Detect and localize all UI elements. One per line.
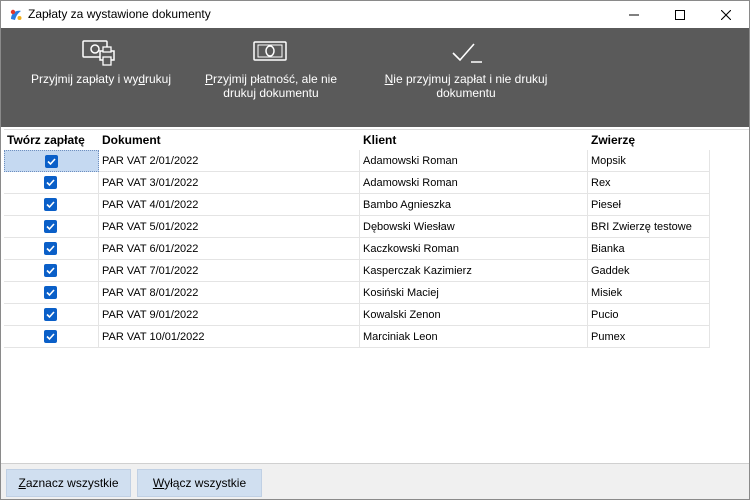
table-row[interactable]: PAR VAT 3/01/2022 Adamowski Roman Rex	[4, 172, 710, 194]
table-row[interactable]: PAR VAT 6/01/2022 Kaczkowski Roman Bianka	[4, 238, 710, 260]
no-accept-button[interactable]: Nie przyjmuj zapłat i nie drukuj dokumen…	[376, 28, 556, 127]
table-row[interactable]: PAR VAT 10/01/2022 Marciniak Leon Pumex	[4, 326, 710, 348]
money-printer-icon	[82, 40, 115, 66]
animal-cell: BRI Zwierzę testowe	[588, 216, 710, 238]
client-cell: Kaczkowski Roman	[360, 238, 588, 260]
select-all-button[interactable]: Zaznacz wszystkie	[6, 469, 131, 497]
table-row[interactable]: PAR VAT 2/01/2022 Adamowski Roman Mopsik	[4, 150, 710, 172]
window-title: Zapłaty za wystawione dokumenty	[28, 7, 211, 21]
check-icon	[452, 43, 482, 63]
banknote-icon	[253, 41, 287, 61]
client-cell: Kosiński Maciej	[360, 282, 588, 304]
client-cell: Dębowski Wiesław	[360, 216, 588, 238]
minimize-button[interactable]	[611, 1, 657, 28]
close-button[interactable]	[703, 1, 749, 28]
checkbox-checked-icon[interactable]	[44, 330, 57, 343]
column-header-create-payment[interactable]: Twórz zapłatę	[4, 130, 99, 150]
document-cell: PAR VAT 9/01/2022	[99, 304, 360, 326]
create-payment-checkbox-cell[interactable]	[4, 282, 99, 304]
deselect-all-button[interactable]: Wyłącz wszystkie	[137, 469, 262, 497]
create-payment-checkbox-cell[interactable]	[4, 238, 99, 260]
accept-and-print-label: Przyjmij zapłaty i wydrukuj	[30, 72, 172, 86]
checkbox-checked-icon[interactable]	[44, 264, 57, 277]
document-cell: PAR VAT 3/01/2022	[99, 172, 360, 194]
animal-cell: Rex	[588, 172, 710, 194]
column-header-client[interactable]: Klient	[360, 130, 588, 150]
create-payment-checkbox-cell[interactable]	[4, 304, 99, 326]
column-header-animal[interactable]: Zwierzę	[588, 130, 710, 150]
create-payment-checkbox-cell[interactable]	[4, 216, 99, 238]
animal-cell: Pumex	[588, 326, 710, 348]
maximize-button[interactable]	[657, 1, 703, 28]
checkbox-checked-icon[interactable]	[44, 198, 57, 211]
document-cell: PAR VAT 6/01/2022	[99, 238, 360, 260]
client-cell: Marciniak Leon	[360, 326, 588, 348]
maximize-icon	[675, 9, 685, 20]
checkbox-checked-icon[interactable]	[44, 220, 57, 233]
app-logo-icon	[10, 9, 22, 20]
title-bar: Zapłaty za wystawione dokumenty	[1, 1, 749, 28]
document-cell: PAR VAT 2/01/2022	[99, 150, 360, 172]
footer-bar: Zaznacz wszystkie Wyłącz wszystkie	[1, 463, 749, 499]
create-payment-checkbox-cell[interactable]	[4, 194, 99, 216]
checkbox-checked-icon[interactable]	[45, 155, 58, 168]
create-payment-checkbox-cell[interactable]	[4, 260, 99, 282]
client-cell: Adamowski Roman	[360, 150, 588, 172]
client-cell: Adamowski Roman	[360, 172, 588, 194]
table-row[interactable]: PAR VAT 4/01/2022 Bambo Agnieszka Pieseł	[4, 194, 710, 216]
documents-grid: Twórz zapłatę Dokument Klient Zwierzę PA…	[4, 129, 749, 463]
minimize-icon	[629, 14, 639, 15]
document-cell: PAR VAT 5/01/2022	[99, 216, 360, 238]
no-accept-label: Nie przyjmuj zapłat i nie drukuj dokumen…	[384, 72, 548, 100]
animal-cell: Mopsik	[588, 150, 710, 172]
create-payment-checkbox-cell[interactable]	[4, 172, 99, 194]
animal-cell: Pucio	[588, 304, 710, 326]
animal-cell: Bianka	[588, 238, 710, 260]
client-cell: Kasperczak Kazimierz	[360, 260, 588, 282]
checkbox-checked-icon[interactable]	[44, 242, 57, 255]
animal-cell: Pieseł	[588, 194, 710, 216]
document-cell: PAR VAT 10/01/2022	[99, 326, 360, 348]
animal-cell: Misiek	[588, 282, 710, 304]
create-payment-checkbox-cell[interactable]	[4, 150, 99, 172]
table-row[interactable]: PAR VAT 5/01/2022 Dębowski Wiesław BRI Zwi…	[4, 216, 710, 238]
create-payment-checkbox-cell[interactable]	[4, 326, 99, 348]
client-cell: Bambo Agnieszka	[360, 194, 588, 216]
document-cell: PAR VAT 7/01/2022	[99, 260, 360, 282]
table-row[interactable]: PAR VAT 7/01/2022 Kasperczak Kazimierz Gad…	[4, 260, 710, 282]
close-icon	[721, 9, 731, 20]
accept-and-print-button[interactable]: Przyjmij zapłaty i wydrukuj	[16, 28, 186, 127]
checkbox-checked-icon[interactable]	[44, 286, 57, 299]
animal-cell: Gaddek	[588, 260, 710, 282]
document-cell: PAR VAT 8/01/2022	[99, 282, 360, 304]
accept-no-print-label: Przyjmij płatność, ale nie drukuj dokume…	[204, 72, 338, 100]
table-row[interactable]: PAR VAT 8/01/2022 Kosiński Maciej Misiek	[4, 282, 710, 304]
column-header-document[interactable]: Dokument	[99, 130, 359, 150]
payments-dialog: Zapłaty za wystawione dokumenty Przyjmij…	[0, 0, 750, 500]
toolbar: Przyjmij zapłaty i wydrukuj Przyjmij pła…	[1, 28, 749, 127]
checkbox-checked-icon[interactable]	[44, 308, 57, 321]
accept-no-print-button[interactable]: Przyjmij płatność, ale nie drukuj dokume…	[196, 28, 346, 127]
client-cell: Kowalski Zenon	[360, 304, 588, 326]
checkbox-checked-icon[interactable]	[44, 176, 57, 189]
table-row[interactable]: PAR VAT 9/01/2022 Kowalski Zenon Pucio	[4, 304, 710, 326]
document-cell: PAR VAT 4/01/2022	[99, 194, 360, 216]
